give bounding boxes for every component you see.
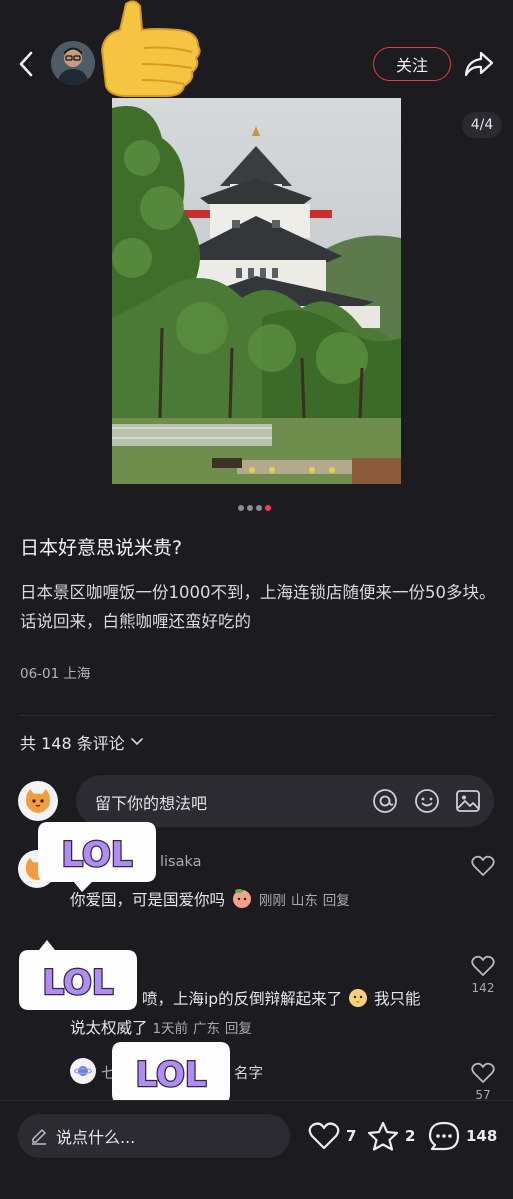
like-button[interactable]: 7 [308, 1119, 356, 1153]
bird-emoji-icon [349, 989, 368, 1007]
my-avatar [18, 781, 58, 821]
say-something-placeholder: 说点什么... [56, 1128, 136, 1147]
divider [20, 715, 493, 716]
say-something-input[interactable]: 说点什么... [18, 1114, 290, 1158]
chevron-down-icon [130, 738, 143, 746]
system-bottom-strip [0, 1170, 513, 1199]
back-button[interactable] [12, 46, 40, 82]
at-mention-icon[interactable] [372, 788, 398, 814]
carousel-dot[interactable] [247, 505, 253, 511]
lol-sticker: LOL [38, 822, 156, 892]
pencil-icon [32, 1129, 46, 1145]
comment-count: 148 [466, 1127, 498, 1145]
comment-like-button[interactable]: 142 [468, 955, 498, 995]
peach-emoji-icon [232, 889, 251, 908]
comment-time: 1天前 [152, 1021, 189, 1037]
thumbs-up-sticker [86, 0, 210, 98]
post-meta: 06-01 上海 [20, 666, 91, 682]
comment-bubble-icon [428, 1121, 460, 1151]
top-bar: 关注 [0, 0, 513, 98]
like-count: 7 [346, 1127, 357, 1145]
commenter-name[interactable]: lisaka [160, 854, 202, 870]
collect-button[interactable]: 2 [367, 1119, 415, 1153]
carousel-dot[interactable] [256, 505, 262, 511]
comments-count-label: 共 148 条评论 [20, 734, 125, 753]
share-icon [464, 51, 494, 77]
carousel-dot[interactable] [238, 505, 244, 511]
planet-icon [74, 1066, 92, 1076]
heart-icon [471, 1062, 495, 1083]
star-icon [367, 1121, 399, 1151]
carousel-dots [238, 505, 271, 511]
comment-button[interactable]: 148 [428, 1119, 497, 1153]
collect-count: 2 [405, 1127, 416, 1145]
replier-avatar[interactable] [70, 1058, 96, 1084]
heart-icon [471, 955, 495, 976]
heart-icon [471, 855, 495, 876]
reply-link[interactable]: 回复 [225, 1021, 252, 1037]
lol-sticker-text: LOL [61, 835, 132, 875]
image-icon[interactable] [455, 788, 481, 814]
comment-body: 你爱国，可是国爱你吗 [70, 891, 226, 909]
lol-sticker: LOL [19, 940, 137, 1010]
lol-sticker-text: LOL [135, 1055, 206, 1095]
like-count: 142 [471, 981, 495, 995]
reply-link[interactable]: 回复 [323, 893, 350, 909]
share-button[interactable] [461, 46, 497, 82]
comment-body: 说太权威了 [70, 1019, 148, 1037]
comment-like-button[interactable]: 57 [468, 1062, 498, 1102]
comment-body: 喷，上海ip的反倒辩解起来了 [142, 990, 343, 1008]
carousel-dot-active[interactable] [265, 505, 271, 511]
comment-body-tail: 我只能 [374, 990, 421, 1008]
lol-sticker-text: LOL [42, 963, 113, 1003]
comment-time: 刚刚 [258, 893, 286, 909]
comment-location: 山东 [290, 893, 318, 909]
image-counter: 4/4 [462, 112, 502, 138]
bottom-action-bar: 说点什么... 7 2 148 [0, 1100, 513, 1170]
follow-button[interactable]: 关注 [373, 47, 451, 81]
comment-like-button[interactable] [468, 855, 498, 877]
replier-name[interactable]: 名字 [234, 1062, 263, 1083]
chevron-left-icon [19, 51, 33, 77]
emoji-icon[interactable] [414, 788, 440, 814]
comment-location: 广东 [192, 1021, 220, 1037]
comment-input-placeholder: 留下你的想法吧 [95, 794, 208, 813]
comments-count[interactable]: 共 148 条评论 [20, 730, 143, 754]
cat-icon [26, 789, 50, 813]
heart-icon [308, 1122, 340, 1150]
post-photo[interactable] [112, 98, 401, 484]
post-body: 日本景区咖喱饭一份1000不到，上海连锁店随便来一份50多块。话说回来，白熊咖喱… [20, 583, 496, 631]
post-title: 日本好意思说米贵? [20, 537, 183, 559]
comment-text: 喷，上海ip的反倒辩解起来了 我只能 [142, 985, 421, 1014]
